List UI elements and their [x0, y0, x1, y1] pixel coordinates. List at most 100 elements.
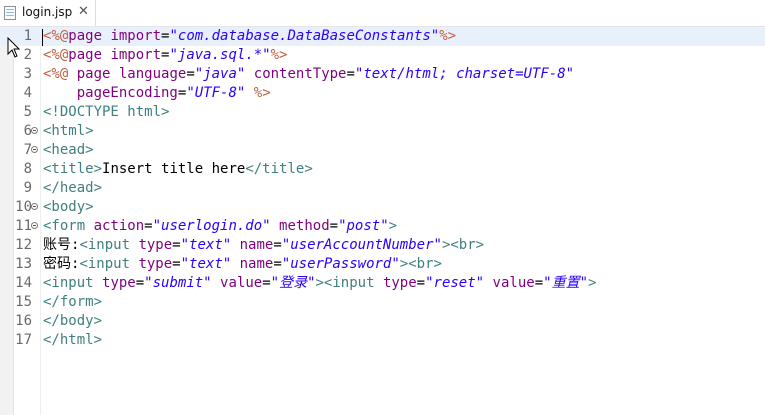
code-token: import: [110, 28, 162, 44]
mouse-pointer-icon: [7, 37, 21, 58]
line-number: 4: [23, 85, 32, 101]
code-line[interactable]: 4 pageEncoding="UTF-8" %>: [0, 84, 765, 103]
code-line[interactable]: 5 <!DOCTYPE html>: [0, 103, 765, 122]
code-token: ><br>: [399, 256, 442, 272]
code-token: =: [172, 256, 181, 272]
code-token: page: [68, 47, 111, 63]
code-token: >: [588, 275, 597, 291]
code-token: "reset": [425, 275, 485, 291]
code-line[interactable]: 8 <title>Insert title here</title>: [0, 160, 765, 179]
code-line[interactable]: 6 <html>: [0, 122, 765, 141]
fold-toggle-icon[interactable]: [31, 203, 38, 210]
code-token: <%@: [43, 47, 69, 63]
code-line[interactable]: 2 <%@page import="java.sql.*"%>: [0, 46, 765, 65]
code-line[interactable]: 11 <form action="userlogin.do" method="po…: [0, 217, 765, 236]
code-token: =: [262, 275, 271, 291]
code-token: ><input: [315, 275, 383, 291]
code-text: </head>: [43, 179, 102, 198]
code-token: %>: [270, 47, 288, 63]
close-icon[interactable]: ✕: [78, 4, 89, 20]
code-line[interactable]: 17 </html>: [0, 331, 765, 350]
code-text: <%@page import="com.database.DataBaseCon…: [43, 27, 456, 46]
code-line[interactable]: 3 <%@ page language="java" contentType="t…: [0, 65, 765, 84]
code-token: "com.database.DataBaseConstants": [169, 28, 440, 44]
code-token: action: [93, 218, 145, 234]
code-token: %>: [439, 28, 457, 44]
code-text: <input type="submit" value="登录"><input t…: [43, 274, 596, 293]
code-text: <title>Insert title here</title>: [43, 160, 313, 179]
code-token: name: [239, 237, 274, 253]
code-token: pageEncoding: [76, 85, 178, 101]
code-token: =: [273, 256, 282, 272]
line-number: 7: [23, 142, 32, 158]
line-number: 6: [23, 123, 32, 139]
code-token: type: [382, 275, 417, 291]
code-token: <%@: [43, 66, 77, 82]
line-number: 14: [15, 275, 32, 291]
code-token: =: [273, 237, 282, 253]
code-token: type: [102, 275, 136, 291]
code-token: </html>: [43, 332, 103, 348]
code-text: 密码:<input type="text" name="userPassword…: [43, 255, 442, 274]
code-line[interactable]: 9 </head>: [0, 179, 765, 198]
code-text: <form action="userlogin.do" method="post…: [43, 217, 397, 236]
code-token: "UTF-8": [186, 85, 246, 101]
fold-toggle-icon[interactable]: [31, 127, 38, 134]
editor-tab-bar: login.jsp ✕: [0, 0, 765, 27]
fold-toggle-icon[interactable]: [31, 222, 38, 229]
tab-label: login.jsp: [22, 5, 73, 19]
code-token: ><br>: [441, 237, 485, 253]
code-line[interactable]: 13 密码:<input type="text" name="userPasswo…: [0, 255, 765, 274]
code-line[interactable]: 14 <input type="submit" value="登录"><input…: [0, 274, 765, 293]
code-token: 账号:: [43, 237, 80, 253]
code-token: =: [416, 275, 426, 291]
code-token: "userlogin.do": [152, 218, 271, 234]
code-text: <%@ page language="java" contentType="te…: [43, 65, 574, 84]
code-token: =: [172, 237, 181, 253]
line-number: 9: [23, 180, 32, 196]
code-token: =: [329, 218, 339, 234]
code-token: <input: [43, 275, 103, 291]
code-editor[interactable]: 1 <%@page import="com.database.DataBaseCo…: [0, 27, 765, 415]
code-line[interactable]: 12 账号:<input type="text" name="userAccoun…: [0, 236, 765, 255]
code-token: page: [76, 66, 119, 82]
code-token: <input: [79, 256, 139, 272]
code-text: <html>: [43, 122, 94, 141]
code-token: </form>: [43, 294, 103, 310]
code-line[interactable]: 7 <head>: [0, 141, 765, 160]
code-token: type: [138, 237, 173, 253]
code-text: <%@page import="java.sql.*"%>: [43, 46, 287, 65]
code-line[interactable]: 1 <%@page import="com.database.DataBaseCo…: [0, 27, 765, 46]
code-token: value: [220, 275, 263, 291]
code-token: <!DOCTYPE html>: [43, 104, 170, 120]
code-token: </title>: [245, 161, 313, 177]
tab-login-jsp[interactable]: login.jsp ✕: [0, 0, 96, 26]
code-text: pageEncoding="UTF-8" %>: [43, 84, 271, 103]
line-number: 8: [23, 161, 32, 177]
fold-toggle-icon[interactable]: [31, 146, 38, 153]
text-caret: [42, 29, 43, 46]
code-text: <!DOCTYPE html>: [43, 103, 169, 122]
code-token: >: [388, 218, 398, 234]
code-token: <form: [43, 218, 94, 234]
code-token: <html>: [43, 123, 94, 139]
line-number: 3: [23, 66, 32, 82]
code-token: <head>: [43, 142, 94, 158]
code-line[interactable]: 10 <body>: [0, 198, 765, 217]
line-number: 15: [15, 294, 32, 310]
code-token: =: [144, 218, 153, 234]
line-number: 12: [15, 237, 32, 253]
code-token: "text": [180, 256, 232, 272]
code-line[interactable]: 15 </form>: [0, 293, 765, 312]
code-token: 密码:: [43, 256, 80, 272]
code-token: method: [279, 218, 330, 234]
code-token: <%@: [43, 28, 69, 44]
code-line[interactable]: 16 </body>: [0, 312, 765, 331]
code-token: page: [68, 28, 111, 44]
